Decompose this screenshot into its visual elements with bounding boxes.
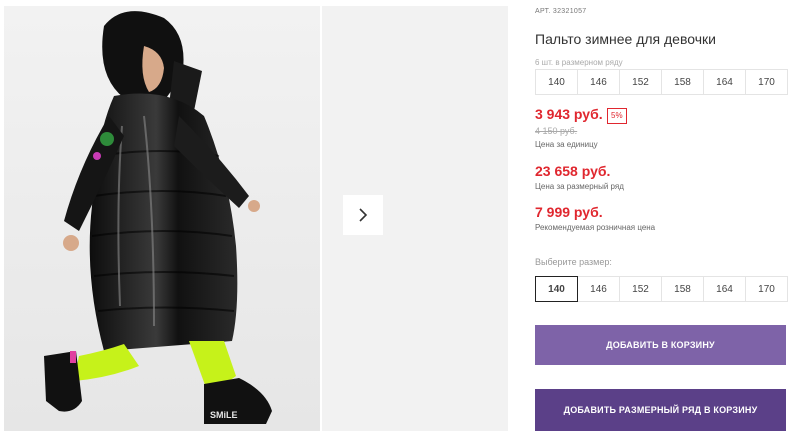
- size-option-164[interactable]: 164: [703, 276, 746, 302]
- unit-price-note: Цена за единицу: [535, 140, 598, 149]
- size-row-cell: 146: [577, 69, 620, 95]
- row-price: 23 658 руб.: [535, 163, 611, 179]
- chevron-right-icon: [359, 208, 368, 222]
- retail-price: 7 999 руб.: [535, 204, 603, 220]
- unit-price: 3 943 руб.: [535, 106, 603, 122]
- size-option-158[interactable]: 158: [661, 276, 704, 302]
- add-size-row-to-cart-button[interactable]: ДОБАВИТЬ РАЗМЕРНЫЙ РЯД В КОРЗИНУ: [535, 389, 786, 431]
- size-row-cell: 152: [619, 69, 662, 95]
- choose-size-label: Выберите размер:: [535, 257, 612, 267]
- gallery-next-button[interactable]: [343, 195, 383, 235]
- size-option-146[interactable]: 146: [577, 276, 620, 302]
- size-row-info: 140 146 152 158 164 170: [535, 69, 793, 95]
- old-price: 4 150 руб.: [535, 126, 578, 136]
- product-title: Пальто зимнее для девочки: [535, 31, 716, 47]
- size-option-152[interactable]: 152: [619, 276, 662, 302]
- article-label: АРТ.: [535, 8, 551, 15]
- size-row-cell: 140: [535, 69, 578, 95]
- size-selector: 140 146 152 158 164 170: [535, 276, 793, 302]
- article-number: 32321057: [552, 8, 587, 15]
- article-line: АРТ. 32321057: [535, 8, 586, 15]
- size-option-170[interactable]: 170: [745, 276, 788, 302]
- size-row-cell: 158: [661, 69, 704, 95]
- boot-print-text: SMiLE: [210, 410, 238, 420]
- row-price-note: Цена за размерный ряд: [535, 182, 624, 191]
- size-row-caption: 6 шт. в размерном ряду: [535, 58, 623, 67]
- retail-price-note: Рекомендуемая розничная цена: [535, 223, 656, 232]
- product-photo-main[interactable]: SMiLE: [4, 6, 320, 431]
- product-gallery: SMiLE: [0, 0, 508, 431]
- discount-badge: 5%: [607, 108, 627, 124]
- size-option-140[interactable]: 140: [535, 276, 578, 302]
- add-to-cart-button[interactable]: ДОБАВИТЬ В КОРЗИНУ: [535, 325, 786, 365]
- size-row-cell: 164: [703, 69, 746, 95]
- girl-in-coat-image: SMiLE: [4, 6, 320, 431]
- size-row-cell: 170: [745, 69, 788, 95]
